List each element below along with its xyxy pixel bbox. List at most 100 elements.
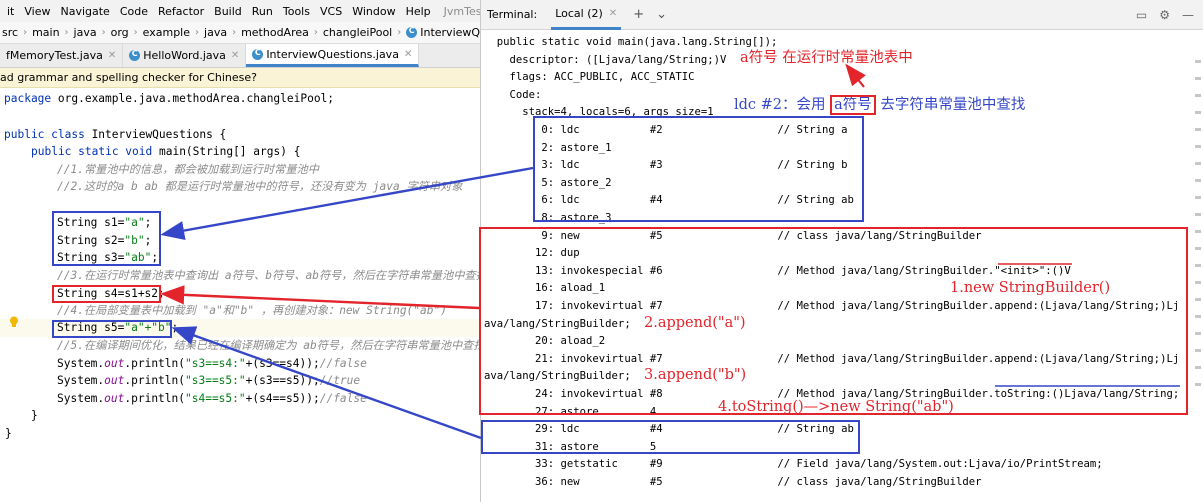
minimize-icon[interactable]: — — [1182, 8, 1194, 22]
terminal-line: 17: invokevirtual #7 // Method java/lang… — [484, 300, 1180, 312]
menu-vcs[interactable]: VCS — [315, 5, 347, 18]
terminal-line: ava/lang/StringBuilder; — [484, 317, 631, 330]
scrollbar-markers[interactable] — [1195, 60, 1201, 440]
chevron-right-icon: › — [313, 27, 318, 38]
terminal-line: 31: astore 5 — [484, 440, 657, 453]
close-icon[interactable]: ✕ — [404, 49, 412, 60]
tab-hello-word[interactable]: HelloWord.java ✕ — [123, 44, 247, 67]
terminal-line: stack=4, locals=6, args_size=1 — [484, 106, 714, 119]
menu-refactor[interactable]: Refactor — [153, 5, 209, 18]
code-line-current: String s5="a"+"b"; — [0, 319, 480, 337]
annotation-step-2: 2.append("a") — [644, 315, 746, 331]
class-icon — [406, 26, 418, 38]
string-literal: "b" — [124, 234, 145, 247]
annotation-runtime-pool: a符号 在运行时常量池表中 — [740, 50, 913, 66]
tab-label: fMemoryTest.java — [6, 49, 103, 62]
breadcrumb-item[interactable]: java — [202, 26, 229, 39]
annotation-ldc-suffix: 去字符串常量池中查找 — [875, 97, 1026, 113]
menu-build[interactable]: Build — [209, 5, 247, 18]
menu-navigate[interactable]: Navigate — [55, 5, 114, 18]
breadcrumb-item[interactable]: java — [72, 26, 99, 39]
terminal-tab-label: Local (2) — [555, 6, 603, 20]
code-line-s2: String s2="b"; — [57, 232, 151, 250]
code-comment: //false — [319, 357, 367, 370]
tab-terminal-local[interactable]: Local (2) ✕ — [551, 0, 622, 30]
chevron-down-icon[interactable]: ⌄ — [656, 7, 667, 22]
code-brace: } — [31, 409, 38, 422]
tab-memory-test[interactable]: fMemoryTest.java ✕ — [0, 44, 124, 67]
code-text: ; — [171, 321, 179, 334]
menu-help[interactable]: Help — [401, 5, 436, 18]
terminal-line: Code: — [484, 88, 542, 101]
code-line-println: System.out.println("s3==s4:"+(s3==s4));/… — [57, 355, 367, 373]
annotation-step-4: 4.toString()—>new String("ab") — [718, 399, 954, 415]
code-text: .println( — [124, 357, 185, 370]
code-brace: } — [5, 427, 12, 440]
gear-icon[interactable]: ⚙ — [1159, 8, 1170, 22]
terminal-panel[interactable]: Terminal: Local (2) ✕ + ⌄ ▭ ⚙ — public st… — [480, 0, 1203, 502]
code-comment: //false — [319, 392, 367, 405]
tab-interview-questions[interactable]: InterviewQuestions.java ✕ — [246, 44, 420, 67]
menu-view[interactable]: View — [19, 5, 55, 18]
breadcrumb-class-label: InterviewQuestions — [420, 26, 480, 39]
code-text: String s3= — [57, 251, 125, 264]
breadcrumb-item[interactable]: methodArea — [239, 26, 311, 39]
breadcrumb-item[interactable]: example — [141, 26, 192, 39]
window-title: JvmTest - Intervie — [443, 4, 480, 18]
string-literal: "s3==s5:" — [185, 374, 246, 387]
annotation-step-3: 3.append("b") — [644, 367, 747, 383]
code-editor[interactable]: package org.example.java.methodArea.chan… — [0, 88, 480, 502]
grammar-checker-notice: ad grammar and spelling checker for Chin… — [0, 68, 480, 88]
code-text: .println( — [124, 392, 185, 405]
menu-code[interactable]: Code — [115, 5, 153, 18]
code-text: System. — [57, 374, 105, 387]
chevron-right-icon: › — [101, 27, 106, 38]
breadcrumb-class[interactable]: InterviewQuestions — [404, 26, 480, 39]
breadcrumb-item[interactable]: main — [30, 26, 61, 39]
terminal-header-actions: ▭ ⚙ — — [1136, 8, 1194, 22]
code-text: System. — [57, 357, 105, 370]
code-comment: //2.这时的a b ab 都是运行时常量池中的符号，还没有变为 java 字符… — [57, 180, 463, 193]
window-icon[interactable]: ▭ — [1136, 8, 1147, 22]
string-literal: "a" — [124, 216, 145, 229]
notice-text: ad grammar and spelling checker for Chin… — [0, 71, 257, 84]
lightbulb-icon[interactable] — [9, 316, 19, 328]
menu-window[interactable]: Window — [347, 5, 400, 18]
string-literal: "a"+"b" — [124, 321, 172, 334]
terminal-line: 2: astore_1 — [484, 141, 612, 154]
terminal-line: descriptor: ([Ljava/lang/String;)V — [484, 53, 727, 66]
code-line: public static void main(String[] args) { — [31, 143, 300, 161]
menu-bar: it View Navigate Code Refactor Build Run… — [0, 0, 480, 22]
close-icon[interactable]: ✕ — [108, 50, 116, 61]
menu-run[interactable]: Run — [247, 5, 278, 18]
code-text: org.example.java.methodArea.changleiPool… — [51, 92, 335, 105]
code-line-println: System.out.println("s3==s5:"+(s3==s5));/… — [57, 372, 360, 390]
editor-tab-bar: fMemoryTest.java ✕ HelloWord.java ✕ Interv… — [0, 44, 480, 68]
chevron-right-icon: › — [397, 27, 402, 38]
terminal-title: Terminal: — [487, 8, 538, 21]
close-icon[interactable]: ✕ — [609, 8, 617, 19]
terminal-line: 27: astore 4 — [484, 405, 657, 418]
menu-edit[interactable]: it — [2, 5, 19, 18]
code-text: ; — [151, 251, 159, 264]
keyword: package — [4, 92, 52, 105]
code-text: +(s3==s4)); — [245, 357, 320, 370]
annotation-ldc-boxed: a符号 — [830, 95, 876, 115]
code-text: System. — [57, 392, 105, 405]
breadcrumb-item[interactable]: org — [109, 26, 131, 39]
terminal-line: 29: ldc #4 // String ab — [484, 423, 854, 436]
terminal-line: flags: ACC_PUBLIC, ACC_STATIC — [484, 71, 695, 84]
terminal-line: 33: getstatic #9 // Field java/lang/Syst… — [484, 458, 1103, 471]
plus-icon[interactable]: + — [633, 7, 644, 22]
close-icon[interactable]: ✕ — [231, 50, 239, 61]
breadcrumb-item[interactable]: changleiPool — [321, 26, 394, 39]
annotation-ldc-note: ldc #2：会用 a符号 去字符串常量池中查找 — [734, 93, 1025, 115]
breadcrumb-item[interactable]: src — [0, 26, 20, 39]
code-text: String s2= — [57, 234, 125, 247]
code-line: package org.example.java.methodArea.chan… — [4, 90, 334, 108]
annotation-step-1: 1.new StringBuilder() — [950, 280, 1111, 296]
menu-tools[interactable]: Tools — [278, 5, 315, 18]
terminal-line: 6: ldc #4 // String ab — [484, 194, 854, 207]
code-text: main(String[] args) { — [152, 145, 301, 158]
string-literal: "s3==s4:" — [185, 357, 246, 370]
